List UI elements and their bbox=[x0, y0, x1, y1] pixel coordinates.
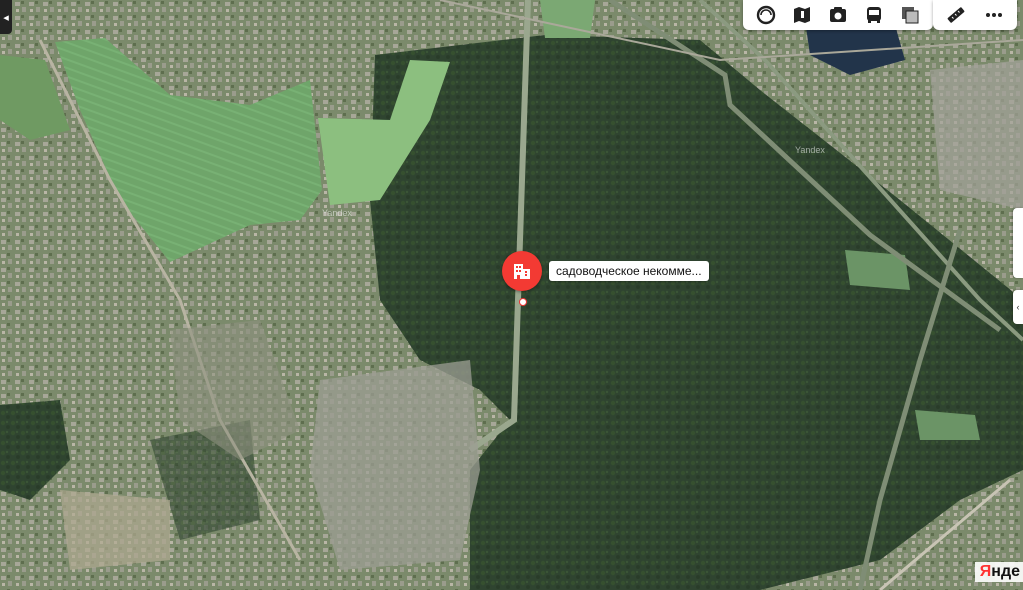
panorama-button[interactable] bbox=[785, 1, 819, 29]
layers-button[interactable] bbox=[749, 1, 783, 29]
map-book-icon bbox=[794, 7, 810, 23]
map-toolbar bbox=[743, 0, 933, 30]
building-icon bbox=[514, 264, 530, 279]
more-button[interactable] bbox=[977, 1, 1011, 29]
transport-button[interactable] bbox=[857, 1, 891, 29]
placemark-label[interactable]: садоводческое некомме... bbox=[549, 261, 709, 281]
map-watermark: Yandex bbox=[322, 208, 352, 218]
satellite-imagery bbox=[0, 0, 1023, 590]
bus-icon bbox=[867, 7, 881, 23]
circle-layers-icon bbox=[756, 5, 776, 25]
collapse-panel-tab[interactable]: ◂ bbox=[0, 0, 12, 34]
side-panel-handle[interactable] bbox=[1013, 208, 1023, 278]
ellipsis-icon bbox=[986, 13, 1002, 17]
map-watermark-2: Yandex bbox=[795, 145, 825, 155]
map-tools bbox=[933, 0, 1017, 30]
photos-button[interactable] bbox=[821, 1, 855, 29]
placemark-pin[interactable] bbox=[502, 251, 542, 291]
ruler-icon bbox=[947, 7, 965, 23]
expand-panel-tab[interactable]: ‹ bbox=[1013, 290, 1023, 324]
camera-icon bbox=[830, 7, 846, 22]
chevron-left-icon: ◂ bbox=[3, 11, 9, 24]
map-layers-icon bbox=[902, 7, 919, 24]
chevron-icon: ‹ bbox=[1016, 302, 1020, 312]
yandex-logo[interactable]: Янде bbox=[974, 562, 1023, 582]
yandex-logo-rest: нде bbox=[991, 563, 1020, 580]
map-type-button[interactable] bbox=[893, 1, 927, 29]
placemark-point bbox=[519, 298, 527, 306]
yandex-logo-first-letter: Я bbox=[979, 563, 992, 580]
satellite-map[interactable]: Yandex Yandex bbox=[0, 0, 1023, 590]
ruler-button[interactable] bbox=[939, 1, 973, 29]
